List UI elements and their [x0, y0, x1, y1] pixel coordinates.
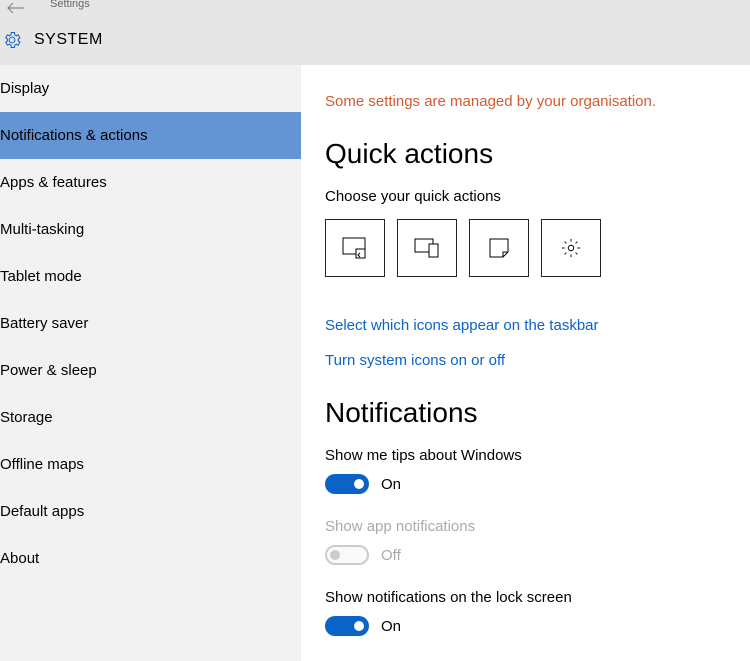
quick-actions-sub: Choose your quick actions — [325, 188, 750, 205]
sidebar-item-label: Storage — [0, 409, 53, 426]
sidebar-item-about[interactable]: About — [0, 535, 301, 582]
quick-action-tile-note[interactable] — [469, 219, 529, 277]
sidebar-item-label: Display — [0, 80, 49, 97]
toggle-state-app-notif: Off — [381, 547, 401, 564]
sidebar-item-power[interactable]: Power & sleep — [0, 347, 301, 394]
system-icons-link[interactable]: Turn system icons on or off — [325, 352, 750, 369]
sidebar-item-label: Default apps — [0, 503, 84, 520]
connect-icon — [414, 238, 440, 258]
sidebar-item-battery[interactable]: Battery saver — [0, 300, 301, 347]
sidebar-item-label: Apps & features — [0, 174, 107, 191]
note-icon — [488, 237, 510, 259]
managed-by-org-warning: Some settings are managed by your organi… — [325, 93, 750, 110]
breadcrumb[interactable]: Settings — [50, 0, 90, 10]
sidebar-item-display[interactable]: Display — [0, 65, 301, 112]
sidebar-item-label: Notifications & actions — [0, 127, 148, 144]
sidebar-item-tablet[interactable]: Tablet mode — [0, 253, 301, 300]
sidebar-item-defaultapps[interactable]: Default apps — [0, 488, 301, 535]
quick-action-tile-settings[interactable] — [541, 219, 601, 277]
sidebar-item-maps[interactable]: Offline maps — [0, 441, 301, 488]
quick-actions-heading: Quick actions — [325, 138, 750, 170]
sidebar-item-label: Power & sleep — [0, 362, 97, 379]
toggle-label-app-notif: Show app notifications — [325, 518, 750, 535]
sidebar-item-label: Tablet mode — [0, 268, 82, 285]
quick-action-tile-connect[interactable] — [397, 219, 457, 277]
toggle-state-lock: On — [381, 618, 401, 635]
sidebar-item-multitasking[interactable]: Multi-tasking — [0, 206, 301, 253]
sidebar-item-label: Offline maps — [0, 456, 84, 473]
sidebar-item-label: Battery saver — [0, 315, 88, 332]
toggle-state-tips: On — [381, 476, 401, 493]
sidebar-item-label: About — [0, 550, 39, 567]
page-title: SYSTEM — [34, 31, 103, 49]
sidebar-item-storage[interactable]: Storage — [0, 394, 301, 441]
settings-gear-icon — [2, 30, 22, 50]
sidebar-item-label: Multi-tasking — [0, 221, 84, 238]
back-button[interactable] — [6, 0, 26, 16]
notifications-heading: Notifications — [325, 397, 750, 429]
back-arrow-icon — [7, 2, 25, 14]
toggle-label-lock: Show notifications on the lock screen — [325, 589, 750, 606]
taskbar-icons-link[interactable]: Select which icons appear on the taskbar — [325, 317, 750, 334]
sidebar-item-apps[interactable]: Apps & features — [0, 159, 301, 206]
all-settings-icon — [560, 237, 582, 259]
sidebar: Display Notifications & actions Apps & f… — [0, 65, 301, 661]
toggle-tips[interactable] — [325, 474, 369, 494]
toggle-app-notif — [325, 545, 369, 565]
toggle-label-tips: Show me tips about Windows — [325, 447, 750, 464]
quick-action-tile-tablet[interactable] — [325, 219, 385, 277]
toggle-lock[interactable] — [325, 616, 369, 636]
tablet-mode-icon — [342, 237, 368, 259]
sidebar-item-notifications[interactable]: Notifications & actions — [0, 112, 301, 159]
